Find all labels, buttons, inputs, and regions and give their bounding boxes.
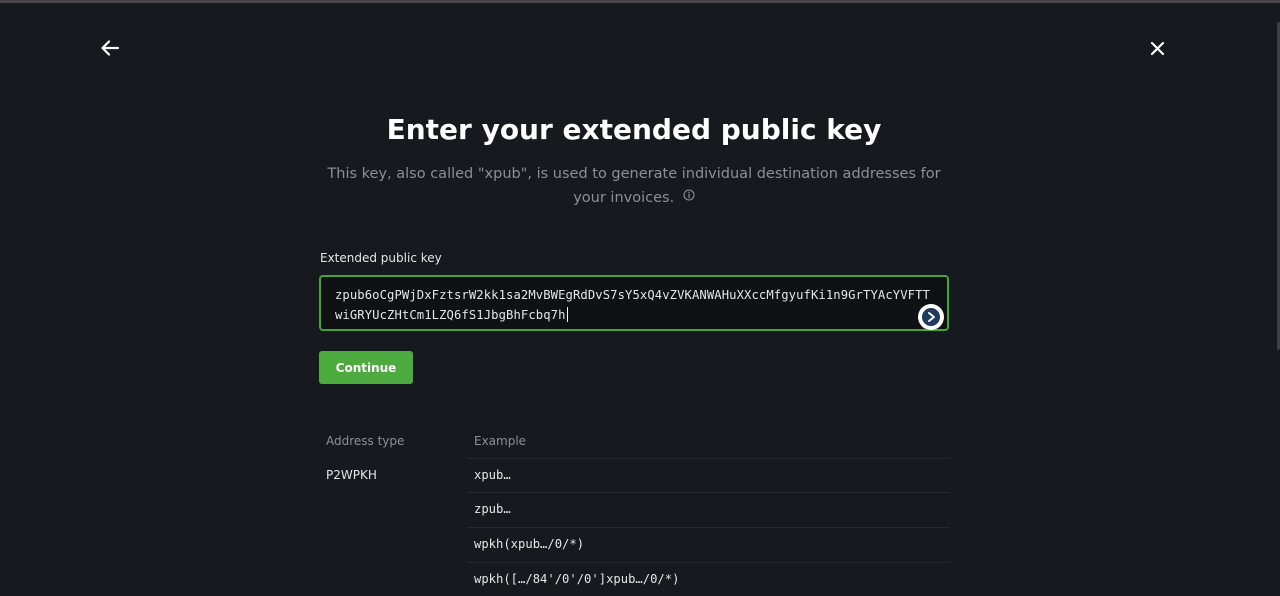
xpub-input[interactable]: zpub6oCgPWjDxFztsrW2kk1sa2MvBWEgRdDvS7sY… [319,275,949,331]
example-cell: zpub… [474,502,511,516]
table-row: wpkh(xpub…/0/*) [467,527,950,561]
address-type-cell: P2WPKH [326,468,377,482]
scan-extension-icon [922,308,940,326]
example-cell: xpub… [474,468,511,482]
subtitle-text: This key, also called "xpub", is used to… [327,166,941,206]
continue-button[interactable]: Continue [319,351,413,384]
example-cell: wpkh([…/84'/0'/0']xpub…/0/*) [474,572,680,586]
column-header-address-type: Address type [326,434,405,448]
back-button[interactable] [96,34,124,62]
table-row: zpub… [467,492,950,526]
text-caret [566,307,568,322]
window-top-border [0,0,1280,3]
info-circle-icon[interactable] [683,185,695,209]
example-cell: wpkh(xpub…/0/*) [474,537,585,551]
column-header-example: Example [474,434,527,448]
page-title: Enter your extended public key [386,113,882,146]
table-row: wpkh([…/84'/0'/0']xpub…/0/*) [467,562,950,596]
page-subtitle: This key, also called "xpub", is used to… [318,162,950,210]
xpub-field-label: Extended public key [320,251,442,265]
table-row: xpub… [467,458,950,492]
xpub-value-text: zpub6oCgPWjDxFztsrW2kk1sa2MvBWEgRdDvS7sY… [335,288,930,322]
close-button[interactable] [1143,34,1171,62]
scan-extension-button[interactable] [918,304,944,330]
close-icon [1150,41,1164,55]
xpub-input-value[interactable]: zpub6oCgPWjDxFztsrW2kk1sa2MvBWEgRdDvS7sY… [335,285,935,325]
arrow-left-icon [101,40,119,56]
